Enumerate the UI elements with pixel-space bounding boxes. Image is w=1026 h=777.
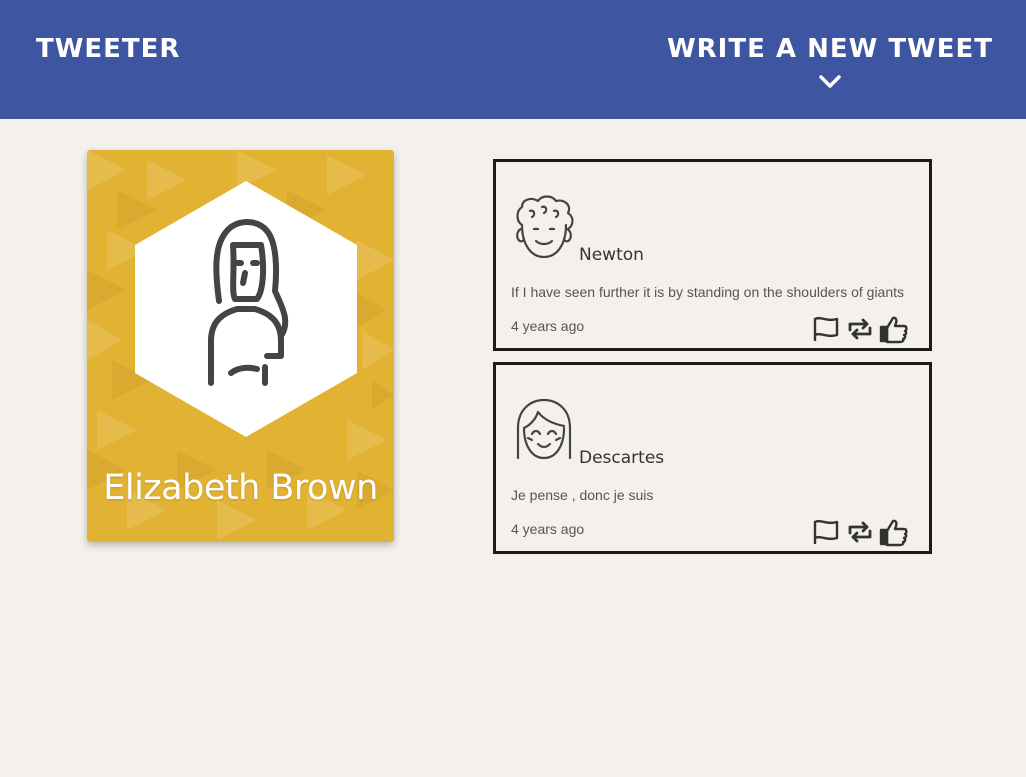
like-icon[interactable] [879,314,909,344]
newton-avatar-icon [516,195,574,259]
compose-tweet-label: Write a new tweet [666,34,993,64]
profile-avatar [135,181,357,437]
flag-icon[interactable] [811,314,841,344]
retweet-icon[interactable] [845,314,875,344]
brand-logo[interactable]: Tweeter [36,34,180,64]
tweet-text: If I have seen further it is by standing… [511,284,905,300]
tweet-author[interactable]: Newton [579,245,644,265]
compose-tweet-button[interactable]: Write a new tweet [667,34,993,90]
top-navbar: Tweeter Write a new tweet [0,0,1026,119]
profile-name: Elizabeth Brown [103,468,378,508]
chevron-down-icon[interactable] [818,74,842,90]
tweet-timestamp: 4 years ago [511,318,585,334]
tweet-timestamp: 4 years ago [511,521,585,537]
descartes-avatar-icon [516,398,572,460]
like-icon[interactable] [879,517,909,547]
profile-card: Elizabeth Brown [87,150,394,542]
flag-icon[interactable] [811,517,841,547]
tweet-author[interactable]: Descartes [579,448,664,468]
retweet-icon[interactable] [845,517,875,547]
tweet-text: Je pense , donc je suis [511,487,654,503]
tweet-card: Newton If I have seen further it is by s… [493,159,932,351]
tweet-actions [811,517,909,547]
tweet-actions [811,314,909,344]
tweet-card: Descartes Je pense , donc je suis 4 year… [493,362,932,554]
